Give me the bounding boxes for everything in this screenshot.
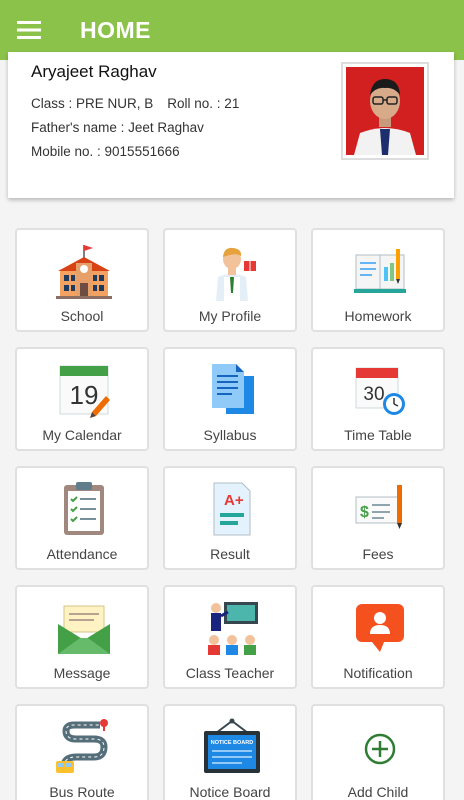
page-title: HOME xyxy=(80,16,151,43)
svg-text:$: $ xyxy=(360,504,369,521)
student-photo xyxy=(341,62,429,160)
tile-label: Class Teacher xyxy=(185,665,275,681)
attendance-clipboard-icon xyxy=(64,482,104,535)
fees-cheque-icon: $ xyxy=(355,485,402,529)
tile-attendance[interactable]: Attendance xyxy=(15,466,149,570)
tile-label: Notification xyxy=(343,665,413,681)
teacher-profile-icon xyxy=(216,247,256,301)
add-child-plus-icon xyxy=(364,733,396,765)
homework-book-icon xyxy=(354,249,406,293)
tile-syllabus[interactable]: Syllabus xyxy=(163,347,297,451)
notice-board-icon: NOTICE BOARD xyxy=(204,718,260,773)
tile-label: My Calendar xyxy=(42,427,122,443)
tile-label: Result xyxy=(210,546,250,562)
tile-time-table[interactable]: 30 Time Table xyxy=(311,347,445,451)
hamburger-menu-button[interactable] xyxy=(0,0,58,60)
tile-notice-board[interactable]: NOTICE BOARD Notice Board xyxy=(163,704,297,800)
tile-class-teacher[interactable]: Class Teacher xyxy=(163,585,297,689)
tile-my-calendar[interactable]: 19 My Calendar xyxy=(15,347,149,451)
school-building-icon xyxy=(56,245,112,299)
tile-label: Notice Board xyxy=(189,784,271,800)
result-report-icon: A+ xyxy=(213,482,251,536)
tile-label: Attendance xyxy=(46,546,118,562)
tile-message[interactable]: Message xyxy=(15,585,149,689)
tile-label: Time Table xyxy=(344,427,412,443)
father-name-text: Father's name : Jeet Raghav xyxy=(31,120,204,135)
tile-label: School xyxy=(60,308,104,324)
tile-label: Fees xyxy=(362,546,394,562)
student-photo-image xyxy=(346,67,424,155)
tile-fees[interactable]: $ Fees xyxy=(311,466,445,570)
tile-homework[interactable]: Homework xyxy=(311,228,445,332)
tile-bus-route[interactable]: Bus Route xyxy=(15,704,149,800)
tile-label: Message xyxy=(53,665,111,681)
mobile-number-text: Mobile no. : 9015551666 xyxy=(31,144,180,159)
student-profile-card[interactable]: Aryajeet Raghav Class : PRE NUR, B Roll n… xyxy=(8,52,454,198)
notification-bubble-icon xyxy=(356,604,404,652)
bus-route-icon xyxy=(56,719,108,773)
app-header: HOME xyxy=(0,0,464,60)
calendar-icon-number: 19 xyxy=(70,380,99,410)
tile-school[interactable]: School xyxy=(15,228,149,332)
timetable-clock-icon: 30 xyxy=(355,367,405,415)
calendar-icon: 19 xyxy=(59,365,110,418)
tile-label: Syllabus xyxy=(203,427,257,443)
hamburger-menu-icon xyxy=(17,21,41,39)
tile-notification[interactable]: Notification xyxy=(311,585,445,689)
roll-number-text: Roll no. : 21 xyxy=(167,96,240,111)
syllabus-documents-icon xyxy=(212,364,254,414)
message-envelope-icon xyxy=(58,605,110,654)
tile-result[interactable]: A+ Result xyxy=(163,466,297,570)
class-roll-line: Class : PRE NUR, B Roll no. : 21 xyxy=(31,96,239,111)
tile-label: Add Child xyxy=(347,784,409,800)
tile-add-child[interactable]: Add Child xyxy=(311,704,445,800)
tile-label: My Profile xyxy=(198,308,262,324)
timetable-icon-number: 30 xyxy=(363,384,384,405)
tile-label: Bus Route xyxy=(49,784,115,800)
class-teacher-icon xyxy=(208,602,258,655)
student-name: Aryajeet Raghav xyxy=(31,62,157,81)
tile-label: Homework xyxy=(344,308,412,324)
class-text: Class : PRE NUR, B xyxy=(31,96,154,111)
tile-my-profile[interactable]: My Profile xyxy=(163,228,297,332)
notice-board-icon-text: NOTICE BOARD xyxy=(211,740,254,746)
result-icon-grade: A+ xyxy=(224,492,244,509)
